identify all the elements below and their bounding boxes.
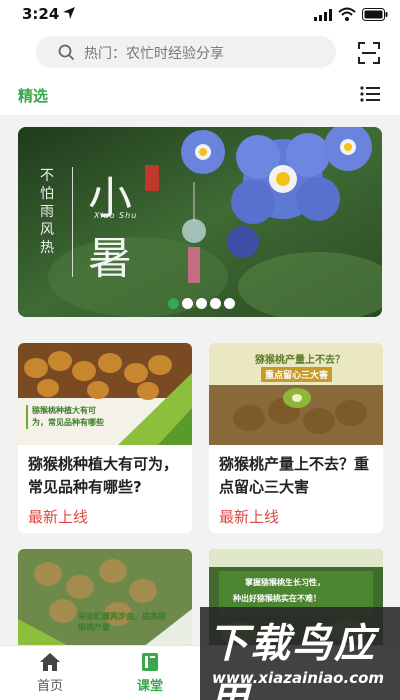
banner-pinyin: Xiao Shu: [94, 211, 138, 220]
list-icon[interactable]: [360, 86, 380, 102]
banner-seal: [145, 165, 159, 191]
nav-classroom[interactable]: 课堂: [120, 652, 180, 694]
watermark-url: www.xiazainiao.com: [212, 669, 385, 687]
scan-icon[interactable]: [358, 42, 380, 64]
battery-icon: [362, 8, 388, 21]
nav-home[interactable]: 首页: [20, 652, 80, 694]
article-thumbnail: 猕猴桃种植大有可为，常见品种有哪些: [18, 343, 192, 445]
article-title: 猕猴桃种植大有可为，常见品种有哪些?: [28, 455, 179, 496]
article-tag: 最新上线: [28, 508, 89, 526]
nav-home-label: 首页: [36, 679, 63, 694]
carousel-dot[interactable]: [182, 298, 193, 309]
search-placeholder: 热门：农忙时经验分享: [84, 46, 224, 62]
watermark: 下载鸟应用 www.xiazainiao.com: [200, 607, 400, 700]
thumbnail-subcaption: 种出好猕猴桃实在不难！: [233, 594, 321, 603]
thumbnail-caption: 掌握猕猴桃生长习性，: [245, 578, 325, 587]
banner-divider: [72, 167, 73, 277]
thumbnail-caption: 猕猴桃产量上不去？: [255, 355, 345, 366]
carousel-dot[interactable]: [210, 298, 221, 309]
header: 热门：农忙时经验分享 精选: [0, 30, 400, 115]
article-thumbnail: 采收贮藏两步曲，提高猕猴桃产量: [18, 549, 192, 649]
article-tag: 最新上线: [219, 508, 280, 526]
search-bar[interactable]: 热门：农忙时经验分享: [36, 36, 336, 68]
carousel-indicator: [168, 298, 235, 309]
thumbnail-caption: 猕猴桃种植大有可为，常见品种有哪些: [32, 406, 104, 427]
wifi-icon: [338, 7, 356, 21]
location-icon: [63, 7, 75, 19]
search-icon: [58, 44, 75, 61]
status-time: 3:24: [22, 5, 60, 23]
banner-vertical-text: 不怕雨风热: [40, 168, 54, 256]
signal-icon: [314, 9, 332, 21]
tab-featured[interactable]: 精选: [18, 85, 48, 106]
thumbnail-caption: 采收贮藏两步曲，提高猕猴桃产量: [78, 612, 166, 632]
article-thumbnail: 猕猴桃产量上不去？ 重点留心三大害: [209, 343, 383, 445]
thumbnail-subcaption: 重点留心三大害: [261, 367, 333, 382]
banner-big-char-2: 暑: [88, 233, 132, 284]
book-icon: [142, 653, 158, 671]
carousel-dot[interactable]: [168, 298, 179, 309]
article-card[interactable]: 猕猴桃产量上不去？ 重点留心三大害 猕猴桃产量上不去？重点留心三大害 最新上线: [209, 343, 383, 533]
article-card[interactable]: 采收贮藏两步曲，提高猕猴桃产量: [18, 549, 192, 649]
banner-carousel[interactable]: 不怕雨风热 小 Xiao Shu 暑: [18, 127, 382, 317]
home-icon: [40, 653, 60, 671]
carousel-dot[interactable]: [196, 298, 207, 309]
carousel-dot[interactable]: [224, 298, 235, 309]
status-bar: 3:24: [0, 0, 400, 30]
article-title: 猕猴桃产量上不去？重点留心三大害: [219, 455, 370, 496]
article-card[interactable]: 猕猴桃种植大有可为，常见品种有哪些 猕猴桃种植大有可为，常见品种有哪些? 最新上…: [18, 343, 192, 533]
nav-classroom-label: 课堂: [136, 679, 163, 694]
